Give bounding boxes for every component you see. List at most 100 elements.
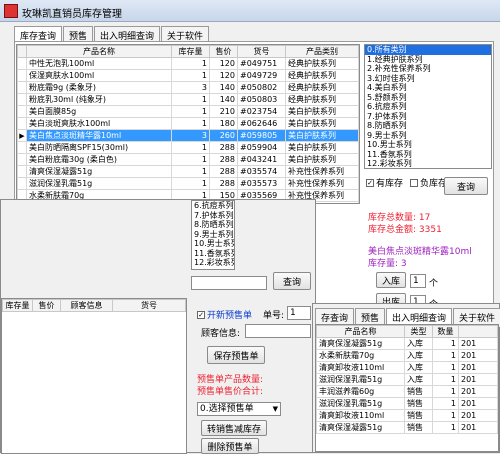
category-item[interactable]: 10.男士系列 <box>365 140 491 150</box>
category-list[interactable]: 0.所有类别 1.经典护肤系列 2.补充性保养系列 3.幻时佳系列 4.美白系列 5.舒颜… <box>364 44 492 169</box>
row-marker <box>17 141 27 154</box>
presale-category-item[interactable]: 11.香氛系列 <box>192 249 234 259</box>
col-name[interactable]: 产品名称 <box>26 45 172 58</box>
presale-category-list[interactable]: 6.抗痘系列 7.护体系列 8.防晒系列 9.男士系列 10.男士系列 11.香氛系列 12… <box>191 200 235 270</box>
row-marker <box>17 105 27 118</box>
category-item[interactable]: 0.所有类别 <box>365 45 491 55</box>
cell-sku: #050803 <box>237 93 286 106</box>
table-row[interactable]: 美白防晒隔离SPF15(30ml) 1 288 #059904 美白护肤系列 <box>17 141 359 154</box>
presale-select[interactable]: 0.选择预售单 ▼ <box>197 402 281 416</box>
detail-row[interactable]: 清爽保湿凝露51g 销售 1 201 <box>316 421 498 434</box>
table-row[interactable]: 滋润保湿乳霜51g 1 288 #035573 补充性保养系列 <box>17 177 359 190</box>
presale-category-item[interactable]: 12.彩妆系列 <box>192 258 234 268</box>
presale-category-item[interactable]: 7.护体系列 <box>192 211 234 221</box>
detail-table-header: 产品名称 类型 数量 <box>316 325 498 338</box>
table-row[interactable]: 美白面膜85g 1 210 #023754 美白护肤系列 <box>17 105 359 118</box>
detail-row[interactable]: 丰润滋养霜60g 销售 1 201 <box>316 385 498 398</box>
category-item[interactable]: 8.防晒系列 <box>365 121 491 131</box>
table-row[interactable]: 中性无泡乳100ml 1 120 #049751 经典护肤系列 <box>17 57 359 70</box>
detail-row[interactable]: 清爽卸妆液110ml 入库 1 201 <box>316 361 498 374</box>
presale-col-stock[interactable]: 库存量 <box>2 299 33 312</box>
title-bar: 玫琳凯直销员库存管理 <box>0 0 500 22</box>
presale-search-input[interactable] <box>191 276 267 290</box>
category-item[interactable]: 11.香氛系列 <box>365 150 491 160</box>
category-item[interactable]: 12.彩妆系列 <box>365 159 491 168</box>
detail-cell-type: 入库 <box>404 349 433 362</box>
cell-price: 140 <box>209 93 238 106</box>
category-item[interactable]: 6.抗痘系列 <box>365 102 491 112</box>
detail-cell-name: 清爽保湿凝露51g <box>316 337 405 350</box>
table-row[interactable]: 清爽保湿凝露51g 1 288 #035574 补充性保养系列 <box>17 165 359 178</box>
detail-row[interactable]: 水柔新肤霜70g 入库 1 201 <box>316 349 498 362</box>
stock-in-qty-input[interactable]: 1 <box>410 274 426 288</box>
col-stock[interactable]: 库存量 <box>171 45 210 58</box>
new-presale-box[interactable]: ✓ <box>197 310 205 319</box>
detail-row[interactable]: 清爽保湿凝露51g 入库 1 201 <box>316 337 498 350</box>
convert-to-sale-button[interactable]: 转销售减库存 <box>201 420 267 436</box>
cell-sku: #035574 <box>237 165 286 178</box>
negative-stock-checkbox[interactable]: 负库存 <box>410 176 447 189</box>
presale-col-price[interactable]: 售价 <box>32 299 61 312</box>
table-row[interactable]: 美白粉底霜30g (柔白色) 1 288 #043241 美白护肤系列 <box>17 153 359 166</box>
stock-table[interactable]: 产品名称 库存量 售价 货号 产品类别 中性无泡乳100ml 1 120 #04975… <box>16 44 360 204</box>
customer-info-input[interactable] <box>245 324 311 338</box>
detail-col-date[interactable] <box>458 325 498 338</box>
row-marker <box>17 165 27 178</box>
detail-cell-date: 201 <box>458 361 498 374</box>
presale-category-item[interactable]: 9.男士系列 <box>192 230 234 240</box>
presale-category-item[interactable]: 6.抗痘系列 <box>192 201 234 211</box>
detail-row[interactable]: 清爽卸妆液110ml 销售 1 201 <box>316 409 498 422</box>
detail-table[interactable]: 产品名称 类型 数量 清爽保湿凝露51g 入库 1 201 水柔新肤霜70g 入库 1 201… <box>315 324 499 452</box>
category-item[interactable]: 5.舒颜系列 <box>365 93 491 103</box>
col-price[interactable]: 售价 <box>209 45 238 58</box>
category-item[interactable]: 4.美白系列 <box>365 83 491 93</box>
cell-name: 美白面膜85g <box>26 105 172 118</box>
detail-row[interactable]: 滋润保湿乳霜51g 销售 1 201 <box>316 397 498 410</box>
table-row[interactable]: 保湿爽肤水100ml 1 120 #049729 经典护肤系列 <box>17 69 359 82</box>
cell-category: 美白护肤系列 <box>285 105 359 118</box>
detail-col-type[interactable]: 类型 <box>404 325 433 338</box>
stock-query-button[interactable]: 查询 <box>444 177 488 195</box>
delete-presale-button[interactable]: 删除预售单 <box>201 438 259 454</box>
cell-name: 滋润保湿乳霜51g <box>26 177 172 190</box>
cell-price: 288 <box>209 153 238 166</box>
col-category[interactable]: 产品类别 <box>285 45 359 58</box>
table-row[interactable]: 粉底霜9g (柔象牙) 3 140 #050802 经典护肤系列 <box>17 81 359 94</box>
stock-in-button[interactable]: 入库 <box>376 272 406 288</box>
detail-col-name[interactable]: 产品名称 <box>316 325 405 338</box>
order-no-input[interactable]: 1 <box>287 306 311 320</box>
table-row[interactable]: 粉底乳30ml (纯象牙) 1 140 #050803 经典护肤系列 <box>17 93 359 106</box>
detail-cell-name: 滋润保湿乳霜51g <box>316 397 405 410</box>
table-row[interactable]: 美白淡斑爽肤水100ml 1 180 #062646 美白护肤系列 <box>17 117 359 130</box>
save-presale-button[interactable]: 保存预售单 <box>207 346 265 364</box>
presale-category-item[interactable]: 8.防晒系列 <box>192 220 234 230</box>
has-stock-checkbox[interactable]: ✓ 有库存 <box>366 176 403 189</box>
category-item[interactable]: 7.护体系列 <box>365 112 491 122</box>
presale-table[interactable]: 库存量 售价 顾客信息 货号 <box>1 298 187 454</box>
category-item[interactable]: 9.男士系列 <box>365 131 491 141</box>
category-item[interactable]: 2.补充性保养系列 <box>365 64 491 74</box>
category-item[interactable]: 3.幻时佳系列 <box>365 74 491 84</box>
cell-stock: 1 <box>171 153 210 166</box>
detail-row[interactable]: 滋润保湿乳霜51g 入库 1 201 <box>316 373 498 386</box>
table-row[interactable]: ▶ 美白焦点淡斑精华露10ml 3 260 #059805 美白护肤系列 <box>17 129 359 142</box>
presale-category-item[interactable]: 10.男士系列 <box>192 239 234 249</box>
presale-query-button[interactable]: 查询 <box>273 272 311 290</box>
cell-stock: 1 <box>171 141 210 154</box>
col-sku[interactable]: 货号 <box>237 45 286 58</box>
negative-stock-box[interactable] <box>410 178 418 187</box>
detail-cell-qty: 1 <box>432 373 459 386</box>
new-presale-checkbox[interactable]: ✓ 开新预售单 <box>197 308 252 321</box>
cell-price: 210 <box>209 105 238 118</box>
chevron-down-icon[interactable]: ▼ <box>273 403 278 415</box>
negative-stock-label: 负库存 <box>420 179 448 189</box>
cell-category: 经典护肤系列 <box>285 93 359 106</box>
row-marker: ▶ <box>17 129 27 142</box>
new-presale-label: 开新预售单 <box>207 311 253 321</box>
category-item[interactable]: 1.经典护肤系列 <box>365 55 491 65</box>
has-stock-box[interactable]: ✓ <box>366 178 374 187</box>
presale-col-sku[interactable]: 货号 <box>112 299 186 312</box>
presale-total-price: 预售单售价合计: <box>197 387 264 397</box>
presale-col-customer[interactable]: 顾客信息 <box>60 299 113 312</box>
detail-col-qty[interactable]: 数量 <box>432 325 459 338</box>
